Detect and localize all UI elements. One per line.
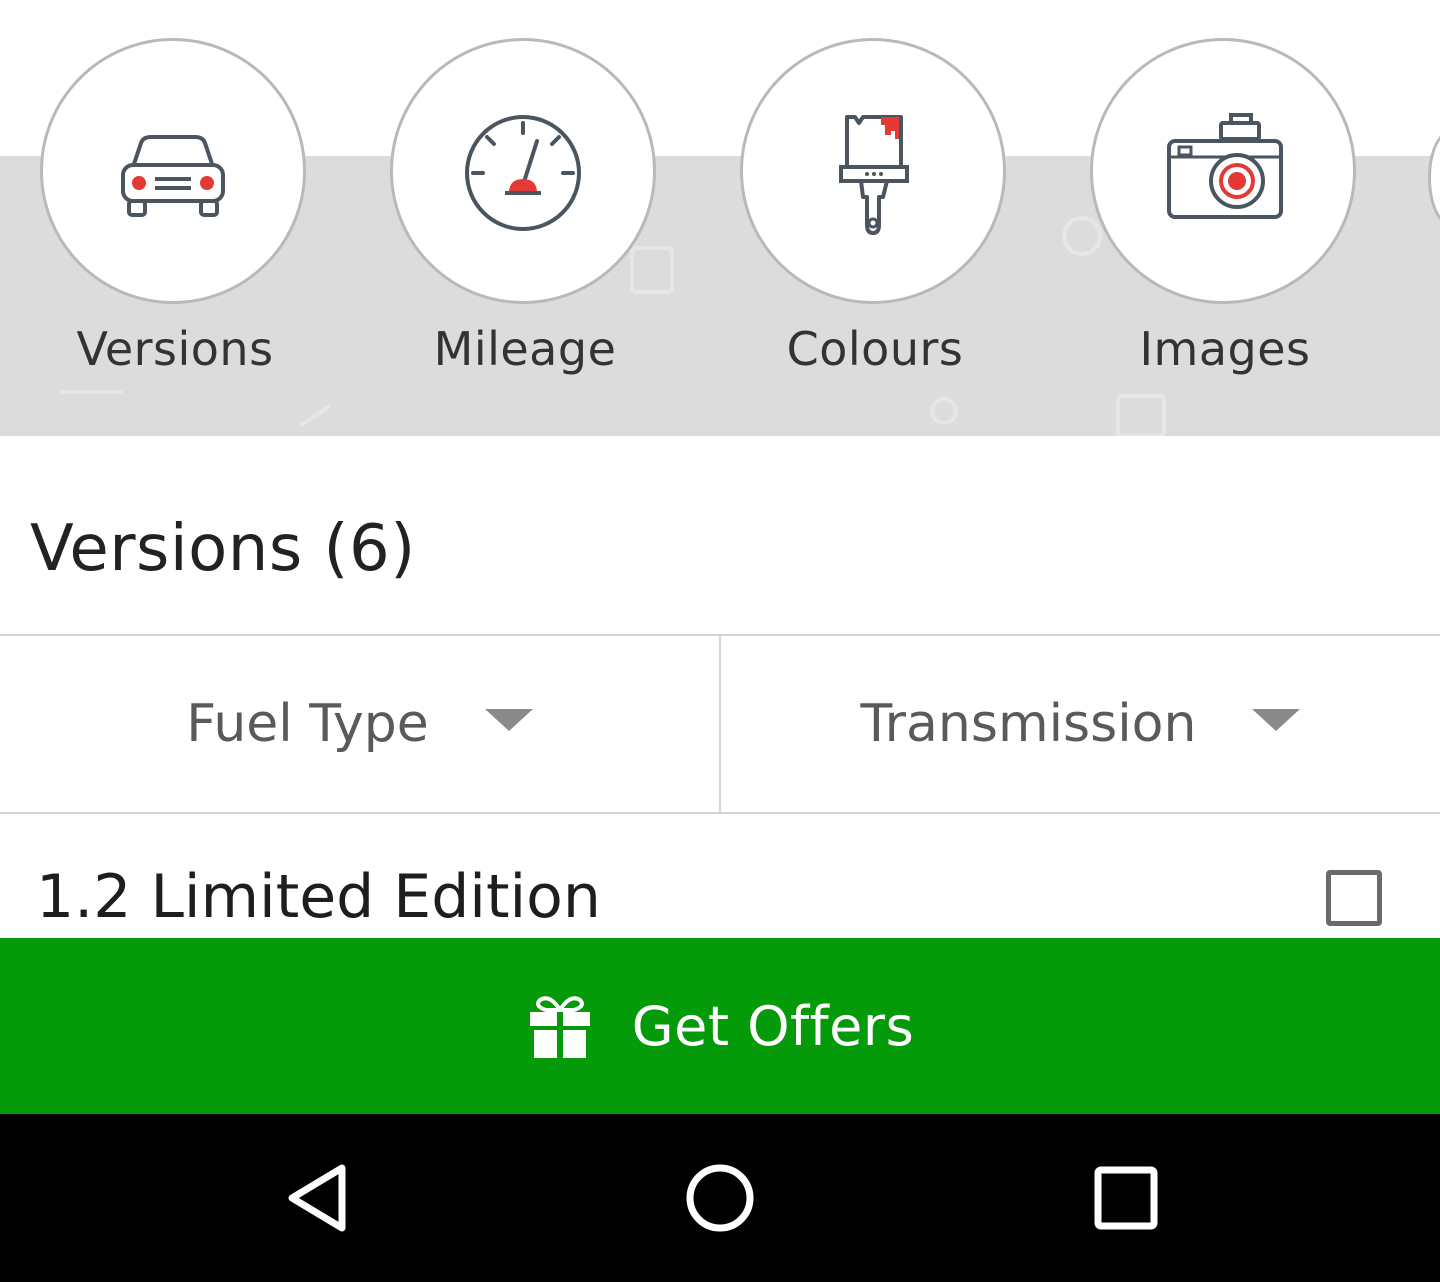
back-triangle-icon [288,1164,346,1232]
back-button[interactable] [278,1158,358,1238]
transmission-label: Transmission [860,694,1197,754]
get-offers-button[interactable]: Get Offers [0,938,1440,1114]
fuel-type-dropdown[interactable]: Fuel Type [0,636,719,812]
recents-square-icon [1094,1166,1158,1230]
category-mileage[interactable]: Mileage [390,38,662,398]
category-label: Versions [76,322,274,376]
home-circle-icon [686,1164,754,1232]
system-navigation-bar [0,1114,1440,1282]
get-offers-label: Get Offers [631,994,915,1058]
version-list-item[interactable]: 1.2 Limited Edition [0,816,1440,938]
category-versions[interactable]: Versions [40,38,312,398]
category-circle [390,38,656,304]
version-name: 1.2 Limited Edition [36,862,601,932]
transmission-dropdown[interactable]: Transmission [719,636,1440,812]
category-colours[interactable]: Colours [740,38,1012,398]
versions-heading: Versions (6) [30,512,416,586]
camera-icon [1167,113,1283,219]
speedometer-icon [465,115,581,231]
category-label: Colours [786,322,964,376]
recents-button[interactable] [1086,1158,1166,1238]
category-circle [740,38,1006,304]
paintbrush-icon [839,115,909,235]
category-circle [1090,38,1356,304]
caret-down-icon [484,709,533,731]
gift-icon [526,992,594,1060]
fuel-type-label: Fuel Type [186,694,429,754]
home-button[interactable] [680,1158,760,1238]
category-label: Images [1139,322,1311,376]
compare-checkbox[interactable] [1326,870,1382,926]
category-label: Mileage [433,322,617,376]
category-circle [40,38,306,304]
filter-bar: Fuel Type Transmission [0,634,1440,814]
category-images[interactable]: Images [1090,38,1362,398]
screen: Versions Mileage Colours Images Versions… [0,0,1440,1282]
car-icon [121,135,225,217]
caret-down-icon [1252,709,1301,731]
